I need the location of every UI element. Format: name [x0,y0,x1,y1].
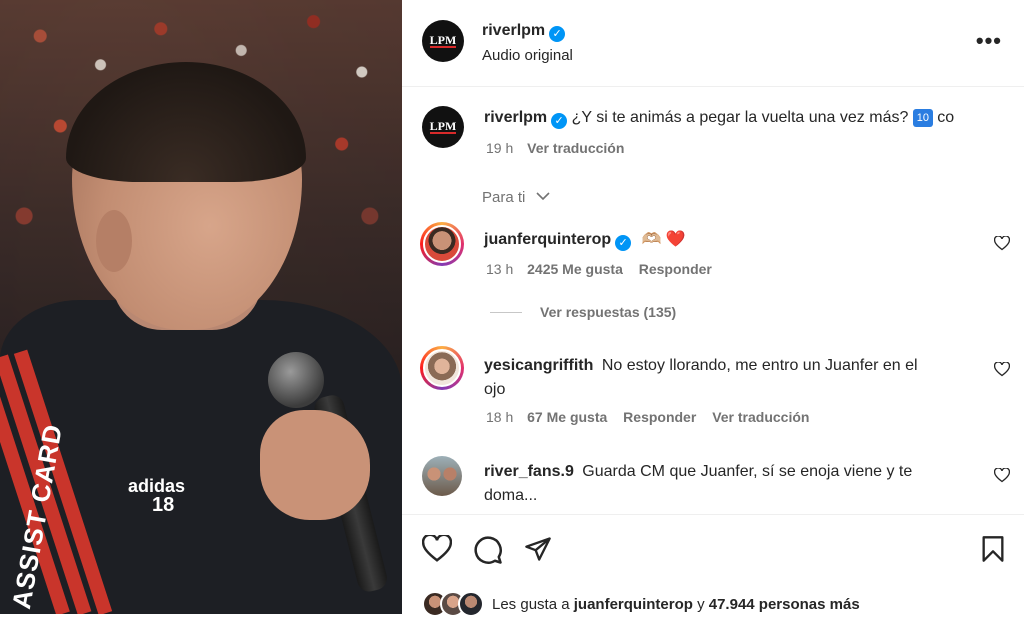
caption: riverlpm ✓ ¿Y si te animás a pegar la vue… [484,109,954,129]
filter-label: Para ti [482,189,526,206]
hand [260,410,370,520]
commenter-avatar[interactable] [420,346,464,390]
view-replies-button[interactable]: Ver respuestas (135) [540,304,676,320]
post-media[interactable]: adidas 18 ASSIST CARD [0,0,402,614]
post-detail-panel: LPM riverlpm ✓ Audio original ••• LPM riv… [402,0,1024,617]
likes-prefix: Les gusta a [492,595,570,613]
bookmark-icon[interactable] [980,535,1006,563]
comment-text: 🫶🏼 ❤️ [641,231,686,248]
replies-divider [490,312,522,313]
likes-user[interactable]: juanferquinterop [574,596,693,613]
likes-count[interactable]: 47.944 personas más [709,596,860,613]
comment-time[interactable]: 18 h [486,409,513,425]
lpm-logo: LPM [429,119,457,134]
commenter-avatar[interactable] [420,222,464,266]
caption-text: ¿Y si te animás a pegar la vuelta una ve… [571,109,909,126]
comment-time[interactable]: 13 h [486,261,513,277]
author-username[interactable]: riverlpm [482,22,545,39]
comment-username[interactable]: juanferquinterop [484,231,611,248]
comment-likes[interactable]: 67 Me gusta [527,409,607,425]
audio-label[interactable]: Audio original [482,47,573,64]
like-heart-icon[interactable] [422,535,452,563]
heart-icon[interactable] [994,236,1010,251]
verified-icon: ✓ [549,26,566,42]
comment-text-continued: ojo [484,381,506,398]
keycap-ten-emoji: 10 [912,109,933,127]
avatar-photo [423,225,461,263]
comment-meta: 18 h 67 Me gusta Responder Ver traducció… [486,409,809,425]
caption-author-avatar[interactable]: LPM [422,106,464,148]
more-icon[interactable]: ••• [976,28,1002,54]
comment-text: Guarda CM que Juanfer, sí se enoja viene… [582,463,913,480]
heart-icon[interactable] [994,362,1010,377]
jersey-number: 18 [152,494,175,516]
verified-icon: ✓ [551,113,568,129]
caption-time[interactable]: 19 h [486,140,513,156]
translate-button[interactable]: Ver traducción [712,409,809,425]
caption-meta: 19 h Ver traducción [486,140,624,156]
verified-icon: ✓ [615,235,632,251]
comment-meta: 13 h 2425 Me gusta Responder [486,261,712,277]
caption-translate[interactable]: Ver traducción [527,140,624,156]
chevron-down-icon [535,192,550,201]
likes-joiner: y [697,595,705,613]
post-header: LPM riverlpm ✓ Audio original ••• [402,0,1024,87]
caption-username[interactable]: riverlpm [484,109,547,126]
comment-text-continued: doma... [484,487,538,504]
comment-username[interactable]: river_fans.9 [484,463,574,480]
commenter-avatar[interactable] [422,456,462,496]
share-icon[interactable] [524,535,552,563]
comment-username[interactable]: yesicangriffith [484,357,593,374]
avatar-photo [423,349,461,387]
author-avatar[interactable]: LPM [422,20,464,62]
liked-by-row: Les gusta a juanferquinterop y 47.944 pe… [422,591,860,617]
comment-icon[interactable] [473,535,503,565]
caption-truncated: co [937,109,955,126]
ear [96,210,132,272]
lpm-logo: LPM [429,33,457,48]
post-actions: Les gusta a juanferquinterop y 47.944 pe… [402,514,1024,617]
comment-text: No estoy llorando, me entro un Juanfer e… [601,357,918,374]
liker-avatar[interactable] [458,591,484,617]
comment-filter[interactable]: Para ti [482,189,550,206]
heart-icon[interactable] [994,468,1010,483]
microphone [268,352,324,408]
comment-likes[interactable]: 2425 Me gusta [527,261,623,277]
reply-button[interactable]: Responder [639,261,712,277]
reply-button[interactable]: Responder [623,409,696,425]
